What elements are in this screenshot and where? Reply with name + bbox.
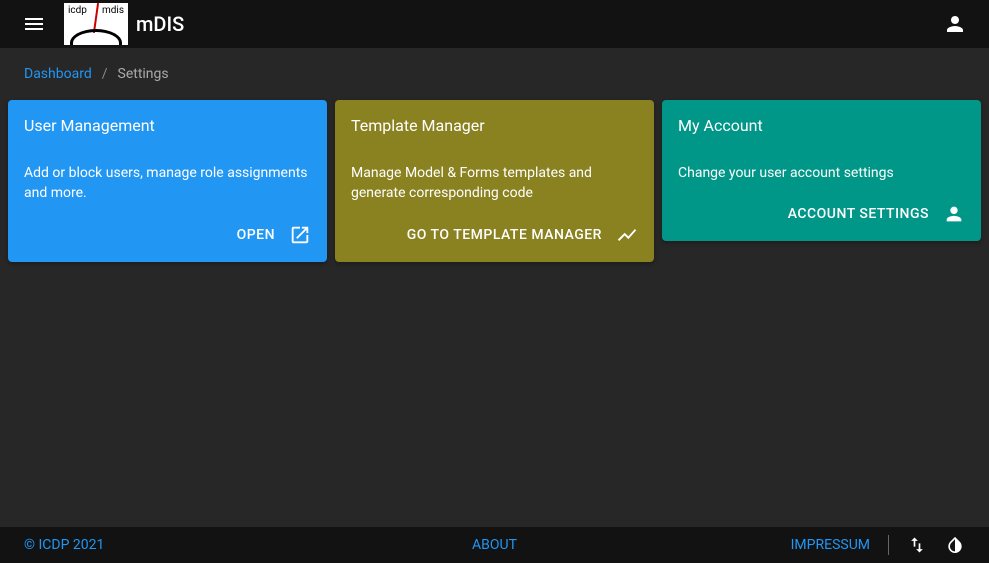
user-menu-button[interactable] [937,6,973,42]
card-my-account: My Account Change your user account sett… [662,100,981,241]
card-description: Manage Model & Forms templates and gener… [351,163,638,204]
open-in-new-icon [289,224,311,246]
footer-copyright: © ICDP 2021 [24,537,104,553]
footer-divider [888,535,889,555]
footer-impressum-link[interactable]: IMPRESSUM [791,537,870,553]
card-user-management: User Management Add or block users, mana… [8,100,327,262]
swap-vert-icon [907,535,927,555]
go-to-template-manager-button[interactable]: GO TO TEMPLATE MANAGER [351,224,638,246]
card-description: Change your user account settings [678,163,965,183]
breadcrumb-dashboard-link[interactable]: Dashboard [24,66,92,82]
card-title: My Account [678,116,965,135]
card-action-label: GO TO TEMPLATE MANAGER [407,227,602,243]
theme-toggle-button[interactable] [945,535,965,555]
cards-container: User Management Add or block users, mana… [0,100,989,262]
breadcrumb-separator: / [102,66,108,82]
logo [64,3,128,45]
swap-button[interactable] [907,535,927,555]
breadcrumb-current: Settings [118,66,169,82]
card-title: User Management [24,116,311,135]
footer: © ICDP 2021 ABOUT IMPRESSUM [0,527,989,563]
card-title: Template Manager [351,116,638,135]
card-action-label: ACCOUNT SETTINGS [788,206,929,222]
person-icon [943,203,965,225]
account-settings-button[interactable]: ACCOUNT SETTINGS [678,203,965,225]
hamburger-icon [22,12,46,36]
app-bar: mDIS [0,0,989,48]
card-template-manager: Template Manager Manage Model & Forms te… [335,100,654,262]
open-user-management-button[interactable]: OPEN [24,224,311,246]
footer-about-link[interactable]: ABOUT [472,537,517,553]
app-title: mDIS [136,12,184,36]
invert-colors-icon [945,535,965,555]
menu-button[interactable] [16,6,52,42]
trending-icon [616,224,638,246]
card-action-label: OPEN [237,227,275,243]
breadcrumb: Dashboard / Settings [0,48,989,100]
card-description: Add or block users, manage role assignme… [24,163,311,204]
person-icon [943,12,967,36]
